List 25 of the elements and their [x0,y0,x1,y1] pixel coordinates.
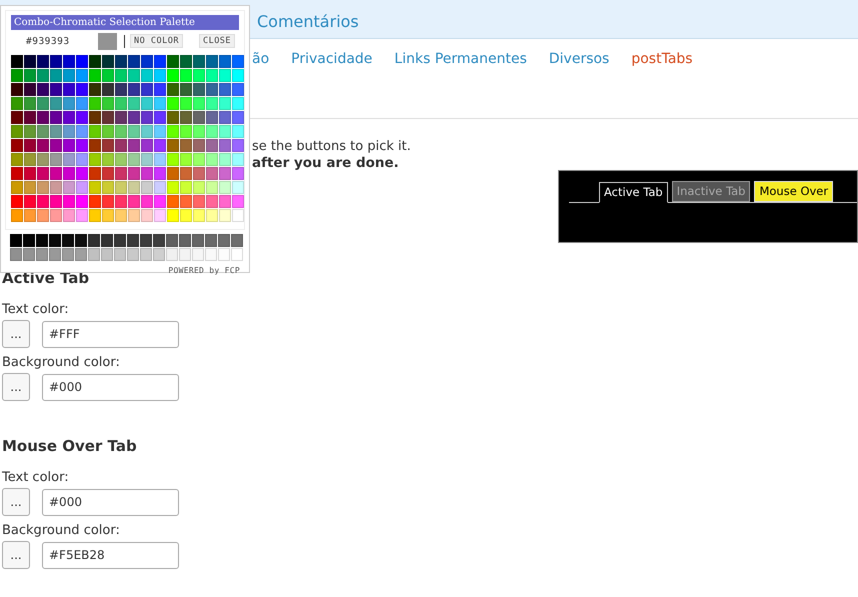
field-label: Background color: [2,523,121,539]
nav-link[interactable]: ão [252,51,270,67]
field-label: Background color: [2,355,121,371]
color-input[interactable]: #FFF [42,320,179,348]
section-heading: Mouse Over Tab [2,437,137,457]
nav-link[interactable]: Privacidade [291,51,372,67]
instruction-text: after you are done. [252,155,400,172]
nav-link[interactable]: Links Permanentes [394,51,527,67]
color-picker-button[interactable]: ... [2,320,30,348]
field-label: Text color: [2,302,70,318]
color-input[interactable]: #000 [42,488,179,516]
palette-title: Combo-Chromatic Selection Palette [11,15,239,30]
color-input[interactable]: #F5EB28 [42,542,179,568]
close-button[interactable]: CLOSE [198,34,236,48]
no-color-button[interactable]: NO COLOR [130,34,183,48]
field-label: Text color: [2,470,70,486]
nav-link[interactable]: postTabs [631,51,693,67]
color-value: #939393 [26,36,71,46]
color-picker-button[interactable]: ... [2,373,30,401]
powered-by-text: POWERED by FCP [167,266,240,275]
color-picker-button[interactable]: ... [2,541,30,569]
color-picker-button[interactable]: ... [2,488,30,516]
color-input[interactable]: #000 [42,374,179,400]
nav-link[interactable]: Diversos [548,51,610,67]
instruction-text: se the buttons to pick it. [252,139,411,154]
